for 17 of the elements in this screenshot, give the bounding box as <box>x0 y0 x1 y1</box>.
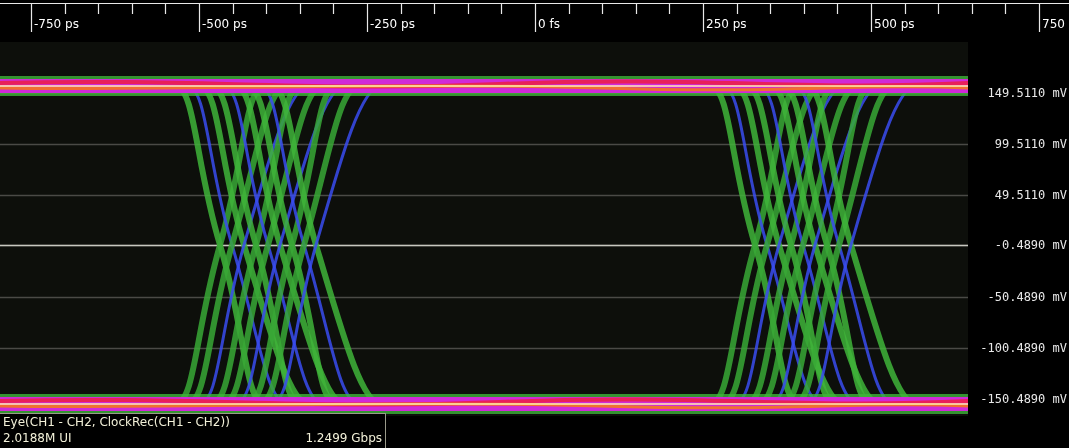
voltage-tick-label: -50.4890 mV <box>987 290 1067 304</box>
voltage-tick-label: 99.5110 mV <box>994 137 1067 151</box>
bitrate-value: 1.2499 Gbps <box>305 430 382 446</box>
time-tick-label: -500 ps <box>202 16 247 32</box>
time-tick-label: 250 ps <box>706 16 747 32</box>
eye-title: Eye(CH1 - CH2, ClockRec(CH1 - CH2)) <box>3 414 231 430</box>
voltage-tick-label: -150.4890 mV <box>980 392 1067 406</box>
voltage-tick-label: 49.5110 mV <box>994 188 1067 202</box>
voltage-tick-label: 149.5110 mV <box>987 86 1067 100</box>
time-tick-label: 500 ps <box>874 16 915 32</box>
time-tick-label: -250 ps <box>370 16 415 32</box>
voltage-tick-label: -0.4890 mV <box>994 238 1067 252</box>
time-tick-label: 750 <box>1042 16 1065 32</box>
unit-interval-count: 2.0188M UI <box>3 430 72 446</box>
time-tick-label: 0 fs <box>538 16 560 32</box>
voltage-tick-label: -100.4890 mV <box>980 341 1067 355</box>
time-tick-label: -750 ps <box>34 16 79 32</box>
